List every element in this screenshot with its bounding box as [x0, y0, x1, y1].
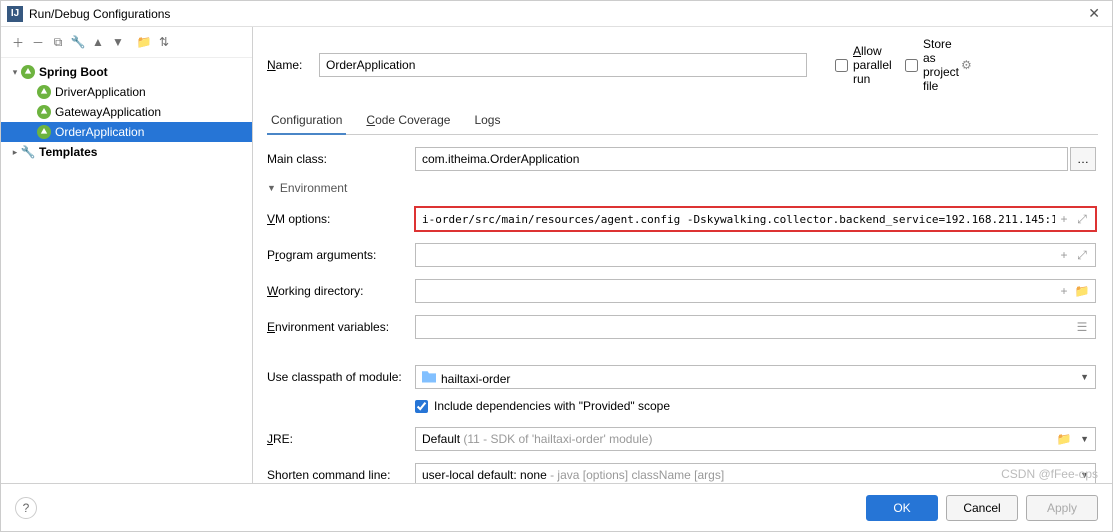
program-args-label: Program arguments: [267, 248, 415, 262]
spring-boot-icon [21, 65, 35, 79]
shorten-cmd-select[interactable]: user-local default: none - java [options… [415, 463, 1096, 483]
tree-label: Spring Boot [39, 65, 108, 79]
tab-code-coverage[interactable]: Code Coverage [362, 107, 454, 134]
classpath-label: Use classpath of module: [267, 370, 415, 384]
tree-item-order[interactable]: OrderApplication [1, 122, 252, 142]
vm-options-label: VM options: [267, 212, 415, 226]
tree-node-templates[interactable]: ▸ 🔧 Templates [1, 142, 252, 162]
app-icon: IJ [7, 6, 23, 22]
wrench-icon: 🔧 [21, 145, 35, 159]
tree-label: OrderApplication [55, 125, 144, 139]
ok-button[interactable]: OK [866, 495, 938, 521]
apply-button[interactable]: Apply [1026, 495, 1098, 521]
up-icon[interactable]: ▲ [89, 33, 107, 51]
tree-node-spring-boot[interactable]: ▾ Spring Boot [1, 62, 252, 82]
expand-icon[interactable]: ⤢ [1072, 208, 1092, 230]
chevron-right-icon: ▸ [9, 147, 21, 158]
classpath-module-select[interactable]: hailtaxi-order ▼ [415, 365, 1096, 389]
chevron-down-icon: ▼ [1080, 372, 1089, 382]
env-vars-input[interactable] [415, 315, 1096, 339]
tab-configuration[interactable]: Configuration [267, 107, 346, 135]
jre-label: JRE: [267, 432, 415, 446]
browse-main-class-button[interactable]: … [1070, 147, 1096, 171]
gear-icon[interactable]: ⚙ [961, 58, 972, 72]
allow-parallel-checkbox[interactable]: Allow parallel run [835, 44, 877, 86]
expand-icon[interactable]: ⤢ [1072, 244, 1092, 266]
left-panel: ＋ － ⧉ 🔧 ▲ ▼ 📁 ⇅ ▾ Spring Boot DriverAppl… [1, 27, 253, 483]
insert-macro-icon[interactable]: + [1054, 208, 1074, 230]
program-args-input[interactable] [415, 243, 1096, 267]
tab-logs[interactable]: Logs [470, 107, 504, 134]
tree-label: GatewayApplication [55, 105, 161, 119]
environment-section[interactable]: ▼ Environment [267, 181, 1096, 195]
chevron-down-icon: ▼ [1080, 470, 1089, 480]
folder-icon[interactable]: 📁 [1072, 280, 1092, 302]
name-label: NName:ame: [267, 58, 309, 72]
jre-select[interactable]: Default (11 - SDK of 'hailtaxi-order' mo… [415, 427, 1096, 451]
close-icon[interactable]: ✕ [1082, 3, 1106, 24]
working-dir-input[interactable] [415, 279, 1096, 303]
cancel-button[interactable]: Cancel [946, 495, 1018, 521]
wrench-icon[interactable]: 🔧 [69, 33, 87, 51]
tree-item-gateway[interactable]: GatewayApplication [1, 102, 252, 122]
vm-options-input[interactable] [415, 207, 1096, 231]
main-class-label: Main class: [267, 152, 415, 166]
include-provided-label: Include dependencies with "Provided" sco… [434, 399, 670, 413]
chevron-down-icon: ▼ [267, 183, 276, 193]
spring-boot-icon [37, 105, 51, 119]
folder-icon[interactable]: 📁 [1054, 428, 1074, 450]
title-bar: IJ Run/Debug Configurations ✕ [1, 1, 1112, 27]
working-dir-label: Working directory: [267, 284, 415, 298]
config-toolbar: ＋ － ⧉ 🔧 ▲ ▼ 📁 ⇅ [1, 27, 252, 58]
window-title: Run/Debug Configurations [29, 7, 170, 21]
sort-icon[interactable]: ⇅ [155, 33, 173, 51]
remove-icon[interactable]: － [29, 33, 47, 51]
config-tree: ▾ Spring Boot DriverApplication GatewayA… [1, 58, 252, 483]
dialog-footer: ? OK Cancel Apply [1, 483, 1112, 531]
env-vars-label: Environment variables: [267, 320, 415, 334]
main-class-input[interactable] [415, 147, 1068, 171]
chevron-down-icon: ▾ [9, 67, 21, 78]
spring-boot-icon [37, 85, 51, 99]
insert-macro-icon[interactable]: + [1054, 280, 1074, 302]
spring-boot-icon [37, 125, 51, 139]
right-panel: NName:ame: Allow parallel run Store as p… [253, 27, 1112, 483]
tree-item-driver[interactable]: DriverApplication [1, 82, 252, 102]
tab-bar: Configuration Code Coverage Logs [267, 107, 1098, 135]
folder-move-icon[interactable]: 📁 [135, 33, 153, 51]
shorten-cmd-label: Shorten command line: [267, 468, 415, 482]
store-as-project-checkbox[interactable]: Store as project file [905, 37, 947, 93]
list-icon[interactable]: ☰ [1072, 316, 1092, 338]
help-icon[interactable]: ? [15, 497, 37, 519]
tree-label: DriverApplication [55, 85, 146, 99]
copy-icon[interactable]: ⧉ [49, 33, 67, 51]
form-area: Main class: … ▼ Environment VM options: … [267, 135, 1098, 483]
module-icon [422, 369, 436, 383]
insert-macro-icon[interactable]: + [1054, 244, 1074, 266]
tree-label: Templates [39, 145, 97, 159]
include-provided-checkbox[interactable] [415, 400, 428, 413]
down-icon[interactable]: ▼ [109, 33, 127, 51]
add-icon[interactable]: ＋ [9, 33, 27, 51]
name-input[interactable] [319, 53, 807, 77]
chevron-down-icon: ▼ [1080, 434, 1089, 444]
